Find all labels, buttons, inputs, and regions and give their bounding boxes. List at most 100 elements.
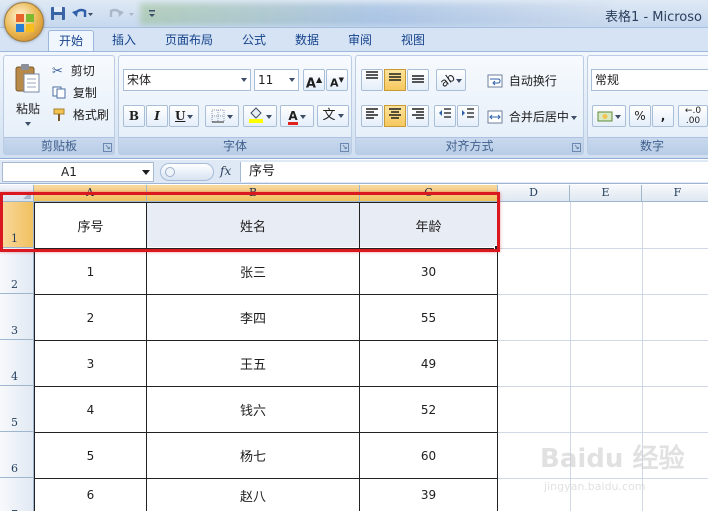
grow-font-button[interactable]: A▲: [303, 69, 325, 91]
cell-c5[interactable]: 52: [360, 387, 497, 432]
alignment-launcher-icon[interactable]: ↘: [572, 143, 581, 152]
cell-a4[interactable]: 3: [35, 341, 146, 386]
row-header-5[interactable]: 5: [0, 386, 34, 432]
wrap-text-label: 自动换行: [508, 74, 557, 88]
borders-button[interactable]: [205, 105, 239, 127]
row-number: 4: [11, 370, 18, 383]
formula-bar: A1 fx 序号: [0, 160, 708, 184]
paste-button[interactable]: 粘贴: [7, 60, 47, 132]
comma-button[interactable]: ,: [652, 105, 674, 127]
number-group-label: 数字: [588, 137, 708, 154]
align-left-button[interactable]: [361, 105, 383, 127]
copy-label: 复制: [72, 86, 97, 100]
name-box-dropdown-icon[interactable]: [142, 170, 150, 175]
font-size-combo[interactable]: 11: [254, 69, 299, 91]
cell-a7[interactable]: 6: [35, 479, 146, 511]
cell-c2[interactable]: 30: [360, 249, 497, 294]
baidu-watermark: Baidu 经验 jingyan.baidu.com: [540, 438, 700, 498]
redo-icon[interactable]: [103, 5, 139, 22]
formula-tools: fx: [160, 162, 238, 182]
formula-expand-pill[interactable]: [160, 163, 214, 181]
italic-button[interactable]: I: [146, 105, 168, 127]
save-icon[interactable]: [50, 5, 66, 22]
align-middle-icon: [389, 73, 401, 81]
tab-insert[interactable]: 插入: [102, 30, 146, 52]
row-number: 2: [11, 278, 18, 291]
column-header-d[interactable]: D: [498, 185, 570, 202]
tab-data[interactable]: 数据: [285, 30, 329, 52]
underline-button[interactable]: U: [169, 105, 199, 127]
row-header-7[interactable]: 7: [0, 478, 34, 511]
cell-c3[interactable]: 55: [360, 295, 497, 340]
font-name-combo[interactable]: 宋体: [123, 69, 251, 91]
cell-b3[interactable]: 李四: [147, 295, 359, 340]
cell-c4[interactable]: 49: [360, 341, 497, 386]
cell-a5[interactable]: 4: [35, 387, 146, 432]
scissors-icon: ✂: [52, 64, 63, 79]
align-center-button[interactable]: [384, 105, 406, 127]
title-bar: 表格1 - Microso: [0, 0, 708, 28]
insert-function-icon[interactable]: fx: [220, 164, 231, 178]
cell-b5[interactable]: 钱六: [147, 387, 359, 432]
number-format-combo[interactable]: 常规: [591, 69, 708, 91]
formula-input[interactable]: 序号: [240, 162, 708, 182]
row-header-2[interactable]: 2: [0, 248, 34, 294]
cell-c7[interactable]: 39: [360, 479, 497, 511]
tab-home[interactable]: 开始: [48, 30, 94, 52]
office-button[interactable]: [4, 2, 44, 42]
cancel-entry-icon[interactable]: [165, 167, 175, 177]
cell-b2[interactable]: 张三: [147, 249, 359, 294]
accounting-format-button[interactable]: [592, 105, 626, 127]
align-bottom-button[interactable]: [407, 69, 429, 91]
align-right-button[interactable]: [407, 105, 429, 127]
phonetic-button[interactable]: 文: [317, 105, 349, 127]
clipboard-launcher-icon[interactable]: ↘: [103, 143, 112, 152]
font-color-button[interactable]: A: [280, 105, 314, 127]
tab-review[interactable]: 审阅: [338, 30, 382, 52]
tab-page-layout[interactable]: 页面布局: [156, 30, 222, 52]
format-painter-button[interactable]: 格式刷: [52, 106, 109, 124]
copy-button[interactable]: 复制: [52, 84, 97, 102]
decrease-indent-button[interactable]: [434, 105, 456, 127]
fill-color-button[interactable]: [243, 105, 277, 127]
align-middle-button[interactable]: [384, 69, 406, 91]
cell-a2[interactable]: 1: [35, 249, 146, 294]
name-box-value: A1: [61, 165, 77, 179]
paste-label: 粘贴: [16, 102, 41, 116]
increase-indent-icon: [462, 108, 474, 118]
row-header-6[interactable]: 6: [0, 432, 34, 478]
column-header-e[interactable]: E: [570, 185, 642, 202]
column-header-f[interactable]: F: [642, 185, 708, 202]
cell-b7[interactable]: 赵八: [147, 479, 359, 511]
increase-decimal-button[interactable]: ←.0.00: [678, 105, 708, 127]
align-center-icon: [389, 108, 401, 119]
cut-button[interactable]: ✂ 剪切: [52, 62, 95, 80]
orientation-button[interactable]: ab: [436, 69, 466, 91]
percent-button[interactable]: %: [629, 105, 651, 127]
cell-a6[interactable]: 5: [35, 433, 146, 478]
align-top-icon: [366, 71, 378, 79]
cell-b4[interactable]: 王五: [147, 341, 359, 386]
underline-label: U: [175, 109, 186, 123]
align-top-button[interactable]: [361, 69, 383, 91]
number-format-value: 常规: [595, 73, 620, 87]
name-box[interactable]: A1: [2, 162, 154, 182]
shrink-font-button[interactable]: A▼: [326, 69, 348, 91]
office-logo-icon: [16, 14, 34, 32]
tab-view[interactable]: 视图: [391, 30, 435, 52]
font-launcher-icon[interactable]: ↘: [340, 143, 349, 152]
bold-button[interactable]: B: [123, 105, 145, 127]
merge-center-label: 合并后居中: [508, 110, 569, 124]
phonetic-dropdown-icon: [337, 113, 344, 118]
customize-icon[interactable]: [147, 5, 157, 22]
undo-icon[interactable]: [71, 5, 93, 22]
wrap-text-button[interactable]: 自动换行: [487, 72, 557, 89]
row-header-3[interactable]: 3: [0, 294, 34, 340]
merge-center-button[interactable]: 合并后居中: [487, 108, 577, 125]
row-header-4[interactable]: 4: [0, 340, 34, 386]
cell-b6[interactable]: 杨七: [147, 433, 359, 478]
cell-a3[interactable]: 2: [35, 295, 146, 340]
tab-formulas[interactable]: 公式: [232, 30, 276, 52]
increase-indent-button[interactable]: [457, 105, 479, 127]
cell-c6[interactable]: 60: [360, 433, 497, 478]
